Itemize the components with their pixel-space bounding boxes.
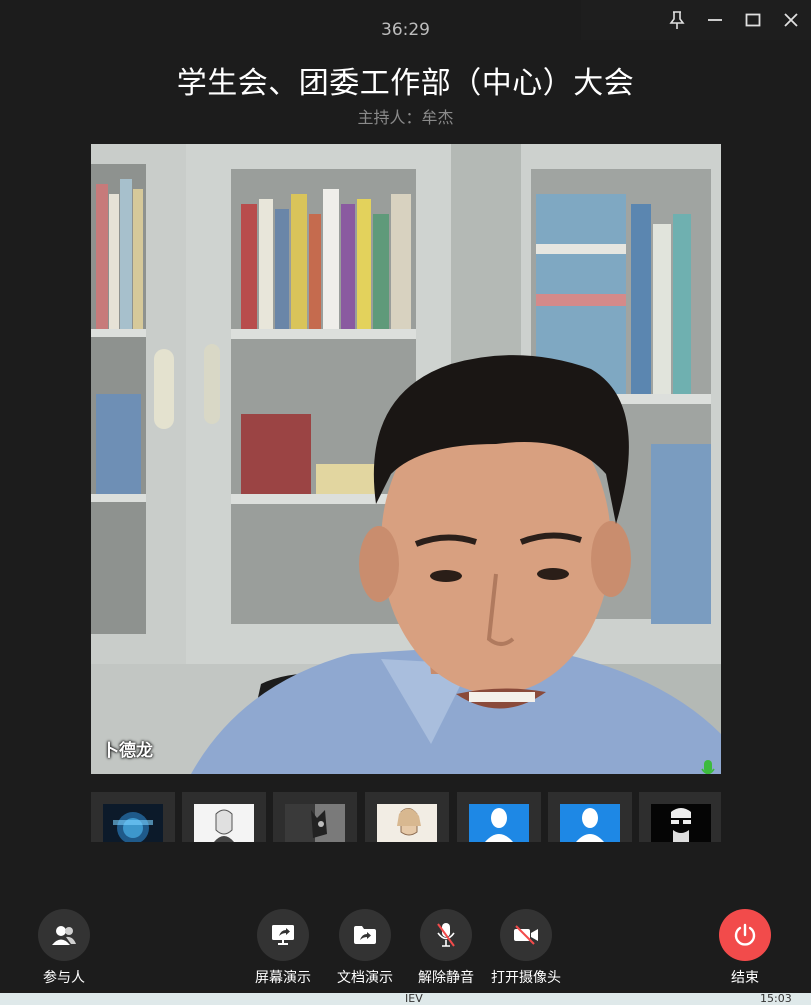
video-frame xyxy=(91,144,721,774)
power-icon xyxy=(719,909,771,961)
camera-on-label: 打开摄像头 xyxy=(491,970,561,986)
folder-share-icon xyxy=(339,909,391,961)
participant-thumbnail[interactable] xyxy=(91,792,175,842)
avatar xyxy=(194,804,254,842)
participant-thumbnail[interactable] xyxy=(457,792,541,842)
meeting-host: 主持人：牟杰 xyxy=(357,108,454,127)
participant-thumbnail[interactable] xyxy=(273,792,357,842)
meeting-title: 学生会、团委工作部（中心）大会 xyxy=(176,66,635,101)
participant-thumbnail[interactable] xyxy=(365,792,449,842)
taskbar-text: IEV xyxy=(405,992,423,1005)
end-meeting-label: 结束 xyxy=(731,970,759,986)
unmute-label: 解除静音 xyxy=(418,970,474,986)
participant-strip xyxy=(91,792,721,842)
end-meeting-button[interactable]: 结束 xyxy=(700,909,790,987)
taskbar-clock: 15:03 xyxy=(760,992,792,1005)
participants-label: 参与人 xyxy=(43,970,85,986)
screen-share-label: 屏幕演示 xyxy=(255,970,311,986)
camera-off-icon xyxy=(500,909,552,961)
doc-share-button[interactable]: 文档演示 xyxy=(320,909,410,987)
default-avatar xyxy=(469,804,529,842)
meeting-timer: 36:29 xyxy=(381,20,430,40)
main-video[interactable]: 卜德龙 xyxy=(91,144,721,774)
mic-muted-icon xyxy=(420,909,472,961)
participants-icon xyxy=(38,909,90,961)
taskbar: IEV 15:03 xyxy=(0,993,811,1005)
unmute-button[interactable]: 解除静音 xyxy=(401,909,491,987)
camera-on-button[interactable]: 打开摄像头 xyxy=(481,909,571,987)
avatar xyxy=(285,804,345,842)
screen-share-button[interactable]: 屏幕演示 xyxy=(238,909,328,987)
speaker-name: 卜德龙 xyxy=(102,741,153,761)
doc-share-label: 文档演示 xyxy=(337,970,393,986)
screen-share-icon xyxy=(257,909,309,961)
avatar xyxy=(651,804,711,842)
participants-button[interactable]: 参与人 xyxy=(19,909,109,987)
default-avatar xyxy=(560,804,620,842)
participant-thumbnail[interactable] xyxy=(639,792,721,842)
avatar xyxy=(103,804,163,842)
participant-thumbnail[interactable] xyxy=(548,792,632,842)
avatar xyxy=(377,804,437,842)
participant-thumbnail[interactable] xyxy=(182,792,266,842)
